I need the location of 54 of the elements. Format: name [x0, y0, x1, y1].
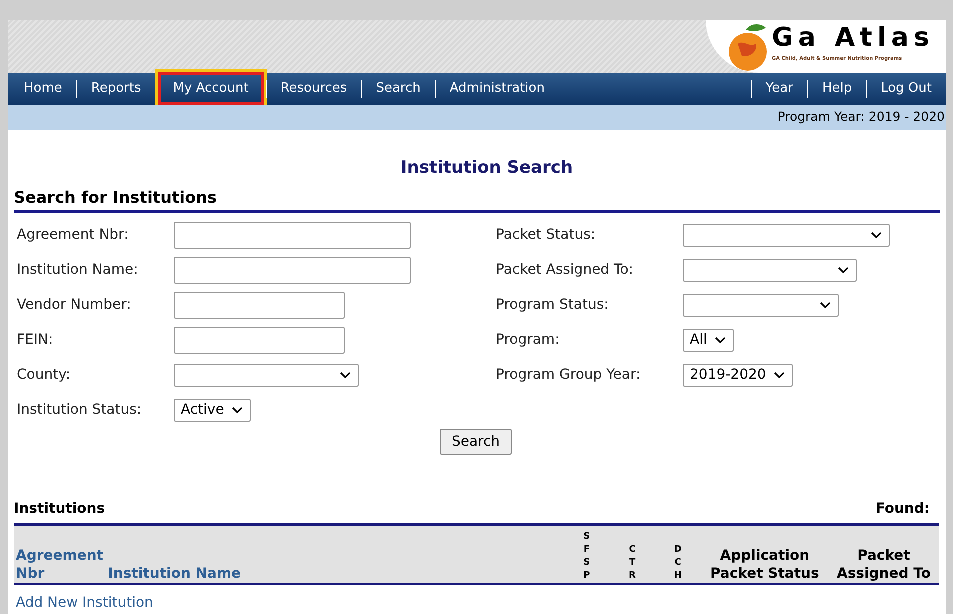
dropdown[interactable]	[683, 259, 857, 282]
column-header[interactable]: Agreement Nbr	[14, 547, 104, 583]
input-field[interactable]	[174, 257, 411, 284]
field-label: Program Group Year:	[495, 366, 642, 385]
field-label: Vendor Number:	[16, 296, 132, 315]
fruit-logo-icon	[726, 22, 770, 72]
section-title: Search for Institutions	[14, 188, 217, 207]
column-header: CTR	[628, 544, 637, 583]
chevron-down-icon	[340, 372, 351, 379]
chevron-down-icon	[820, 302, 831, 309]
nav-link[interactable]: Log Out	[869, 72, 944, 106]
field-label: Program Status:	[495, 296, 610, 315]
chevron-down-icon	[838, 267, 849, 274]
nav-link[interactable]: Help	[810, 72, 864, 106]
column-header: Packet Assigned To	[836, 547, 932, 583]
chevron-down-icon	[774, 372, 786, 379]
input-field[interactable]	[174, 222, 411, 249]
dropdown[interactable]	[174, 364, 359, 387]
page-title: Institution Search	[400, 156, 574, 180]
field-label: Packet Assigned To:	[495, 261, 634, 280]
dropdown[interactable]	[683, 224, 890, 247]
nav-link[interactable]: Search	[364, 72, 433, 106]
field-label: Institution Status:	[16, 401, 143, 420]
field-label: Program:	[495, 331, 561, 350]
search-button[interactable]: Search	[440, 429, 512, 455]
field-label: Agreement Nbr:	[16, 226, 130, 245]
nav-link[interactable]: Reports	[79, 72, 154, 106]
column-header: Application Packet Status	[710, 547, 820, 583]
dropdown[interactable]: Active	[174, 399, 252, 422]
logo-title: Ga Atlas	[772, 22, 934, 54]
nav-link[interactable]: Resources	[268, 72, 360, 106]
dropdown[interactable]	[683, 294, 839, 317]
chevron-down-icon	[232, 407, 244, 414]
field-label: FEIN:	[16, 331, 54, 350]
field-label: County:	[16, 366, 72, 385]
found-label: Found:	[876, 500, 931, 519]
chevron-down-icon	[871, 232, 882, 239]
add-institution-link[interactable]: Add New Institution	[14, 595, 154, 611]
chevron-down-icon	[715, 337, 726, 344]
column-header: SFSP	[582, 530, 592, 583]
nav-link[interactable]: My Account	[158, 72, 264, 106]
column-header: DCH	[674, 544, 683, 583]
results-title: Institutions	[14, 500, 106, 519]
field-label: Institution Name:	[16, 261, 140, 280]
nav-link[interactable]: Year	[754, 72, 806, 106]
column-header[interactable]: Institution Name	[106, 565, 242, 583]
input-field[interactable]	[174, 292, 345, 319]
input-field[interactable]	[174, 327, 345, 354]
dropdown[interactable]: 2019-2020	[683, 364, 794, 387]
dropdown[interactable]: All	[683, 329, 734, 352]
nav-link[interactable]: Home	[12, 72, 74, 106]
program-year: Program Year: 2019 - 2020	[778, 108, 945, 126]
nav-link[interactable]: Administration	[438, 72, 557, 106]
field-label: Packet Status:	[495, 226, 597, 245]
